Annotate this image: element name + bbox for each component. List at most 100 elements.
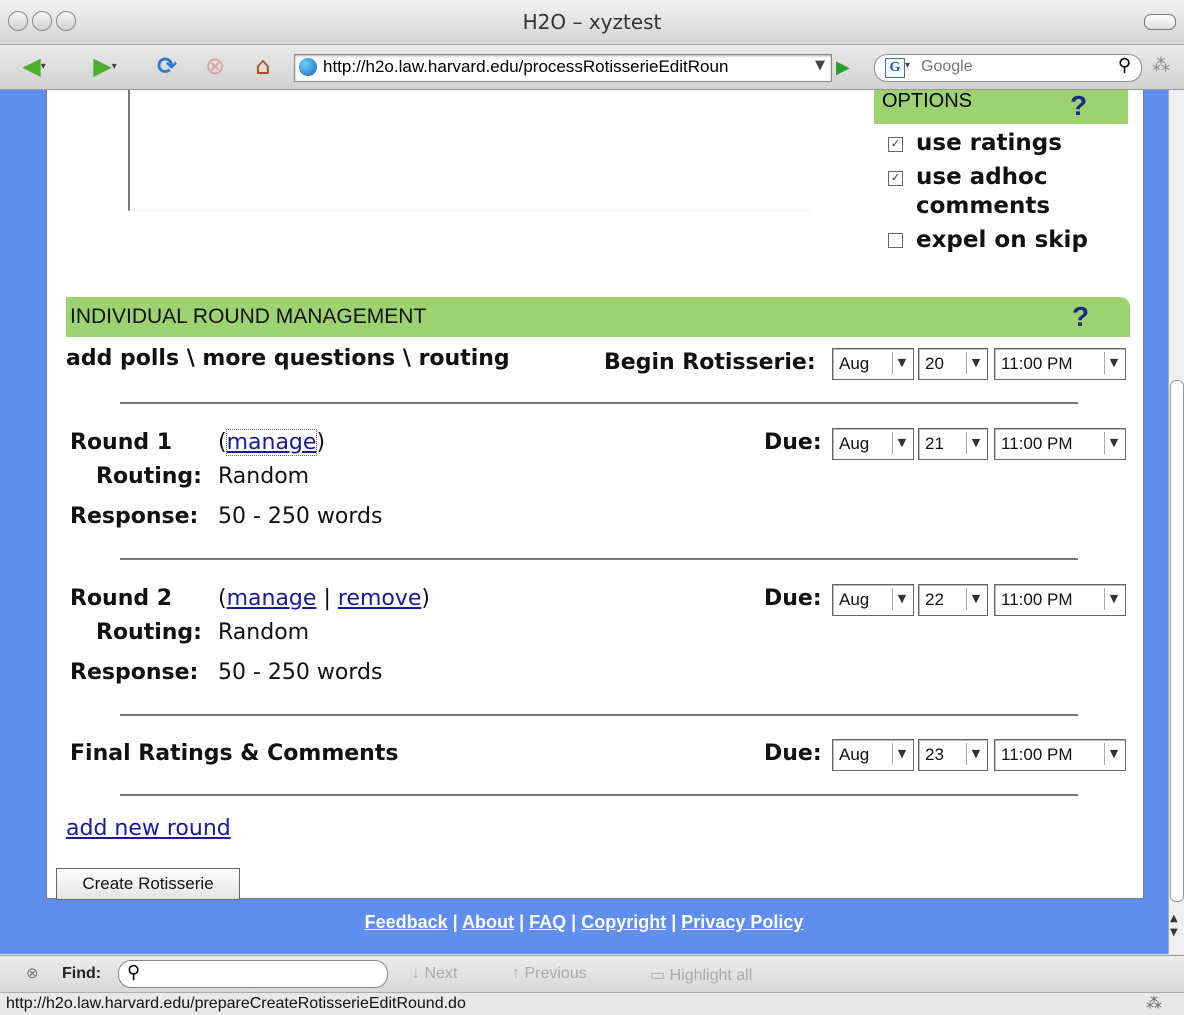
round-2-response-value: 50 - 250 words [218, 660, 383, 685]
round-2-manage-link[interactable]: manage [227, 586, 317, 611]
due-month-value: Aug [839, 590, 870, 609]
forward-arrow-icon[interactable]: ▶ ▾ [80, 52, 130, 80]
address-bar[interactable]: http://h2o.law.harvard.edu/processRotiss… [294, 54, 832, 82]
round-management-help-icon[interactable]: ? [1072, 301, 1089, 333]
chevron-down-icon: ▼ [1104, 352, 1123, 374]
google-icon[interactable]: G [885, 58, 905, 78]
begin-time-select[interactable]: 11:00 PM ▼ [994, 348, 1126, 380]
search-placeholder: Google [921, 58, 973, 75]
chevron-down-icon: ▼ [1104, 588, 1123, 610]
create-rotisserie-button[interactable]: Create Rotisserie [56, 868, 240, 900]
back-arrow-icon[interactable]: ◀ ▾ [14, 52, 54, 80]
navigation-toolbar: ◀ ▾ ▶ ▾ ⟳ ⊗ ⌂ http://h2o.law.harvard.edu/p… [0, 45, 1184, 90]
paren-close: ) [421, 586, 430, 611]
find-input[interactable]: ⚲ [118, 960, 388, 988]
options-help-icon[interactable]: ? [1070, 90, 1087, 122]
round-2-due-month-select[interactable]: Aug ▼ [832, 584, 914, 616]
arrow-down-icon: ↓ [412, 965, 420, 982]
home-icon[interactable]: ⌂ [246, 52, 280, 80]
due-time-value: 11:00 PM [1001, 434, 1073, 453]
toolbar-toggle-button[interactable] [1144, 14, 1176, 30]
begin-day-value: 20 [925, 354, 944, 373]
round-1-due-month-select[interactable]: Aug ▼ [832, 428, 914, 460]
round-1-due-time-select[interactable]: 11:00 PM ▼ [994, 428, 1126, 460]
divider [120, 402, 1078, 404]
close-find-icon[interactable]: ⊗ [26, 964, 39, 982]
round-management-header: INDIVIDUAL ROUND MANAGEMENT ? [66, 297, 1130, 337]
use-ratings-checkbox[interactable]: ✓ [888, 137, 903, 152]
chevron-down-icon: ▼ [966, 588, 985, 610]
round-2-due-time-select[interactable]: 11:00 PM ▼ [994, 584, 1126, 616]
due-month-value: Aug [839, 745, 870, 764]
final-due-month-select[interactable]: Aug ▼ [832, 739, 914, 771]
scrollbar-thumb[interactable] [1170, 380, 1184, 902]
search-bar[interactable]: G ▾ Google ⚲ [874, 54, 1142, 82]
search-icon: ⚲ [127, 962, 141, 982]
highlight-icon: ▭ [650, 967, 666, 984]
search-engine-dropdown-icon[interactable]: ▾ [905, 60, 910, 71]
chevron-down-icon: ▼ [892, 352, 911, 374]
round-2-remove-link[interactable]: remove [338, 586, 422, 611]
chevron-down-icon: ▼ [892, 432, 911, 454]
round-1-manage-link[interactable]: manage [225, 429, 318, 456]
find-previous-label: Previous [524, 965, 587, 982]
begin-rotisserie-label: Begin Rotisserie: [604, 350, 816, 375]
footer-about-link[interactable]: About [462, 912, 514, 932]
final-ratings-title: Final Ratings & Comments [70, 741, 399, 766]
chevron-down-icon: ▼ [1104, 743, 1123, 765]
highlight-all-button[interactable]: ▭ Highlight all [650, 965, 752, 985]
footer-copyright-link[interactable]: Copyright [581, 912, 666, 932]
due-month-value: Aug [839, 434, 870, 453]
paren-open: ( [218, 430, 227, 455]
expel-on-skip-checkbox[interactable] [888, 233, 903, 248]
use-ratings-label: use ratings [916, 130, 1062, 156]
description-textarea[interactable] [128, 90, 810, 211]
status-throbber-icon: ⁂ [1146, 995, 1162, 1012]
highlight-all-label: Highlight all [669, 967, 753, 984]
footer-faq-link[interactable]: FAQ [529, 912, 566, 932]
begin-day-select[interactable]: 20 ▼ [918, 348, 988, 380]
go-icon[interactable]: ▶ [836, 57, 850, 78]
round-1-due-label: Due: [764, 430, 822, 455]
footer-feedback-link[interactable]: Feedback [365, 912, 448, 932]
footer-separator: | [519, 912, 525, 932]
find-next-button[interactable]: ↓ Next [412, 965, 457, 983]
add-new-round-link[interactable]: add new round [66, 816, 231, 841]
use-adhoc-comments-label-line1: use adhoc [916, 164, 1048, 190]
round-2-due-label: Due: [764, 586, 822, 611]
round-2-response-label: Response: [70, 660, 199, 685]
address-dropdown-icon[interactable]: ▼ [815, 58, 825, 73]
begin-month-select[interactable]: Aug ▼ [832, 348, 914, 380]
chevron-down-icon: ▼ [892, 588, 911, 610]
round-2-actions: (manage | remove) [218, 586, 430, 611]
footer-separator: | [452, 912, 458, 932]
globe-icon [299, 58, 317, 76]
use-adhoc-comments-checkbox[interactable]: ✓ [888, 171, 903, 186]
window-title: H2O – xyztest [522, 10, 662, 34]
footer-privacy-link[interactable]: Privacy Policy [681, 912, 803, 932]
round-management-subtitle: add polls \ more questions \ routing [66, 346, 510, 371]
options-header: OPTIONS ? [874, 90, 1128, 124]
round-1-due-day-select[interactable]: 21 ▼ [918, 428, 988, 460]
round-2-due-day-select[interactable]: 22 ▼ [918, 584, 988, 616]
final-due-time-select[interactable]: 11:00 PM ▼ [994, 739, 1126, 771]
use-adhoc-comments-label-line2: comments [916, 193, 1051, 219]
find-next-label: Next [424, 965, 458, 982]
due-day-value: 23 [925, 745, 944, 764]
round-1-title: Round 1 [70, 430, 173, 455]
status-bar: http://h2o.law.harvard.edu/prepareCreate… [0, 992, 1184, 1015]
window-titlebar: H2O – xyztest [0, 0, 1184, 45]
scroll-arrows-icon[interactable]: ▲ ▼ [1170, 912, 1178, 940]
footer-links: Feedback | About | FAQ | Copyright | Pri… [0, 912, 1168, 933]
stop-icon[interactable]: ⊗ [198, 52, 232, 80]
find-bar: ⊗ Find: ⚲ ↓ Next ↑ Previous ▭ Highlight … [0, 955, 1184, 993]
status-text: http://h2o.law.harvard.edu/prepareCreate… [6, 995, 466, 1012]
chevron-down-icon: ▼ [966, 743, 985, 765]
due-day-value: 21 [925, 434, 944, 453]
find-previous-button[interactable]: ↑ Previous [512, 965, 587, 983]
search-icon[interactable]: ⚲ [1118, 55, 1131, 76]
final-due-day-select[interactable]: 23 ▼ [918, 739, 988, 771]
divider [120, 558, 1078, 560]
round-1-response-value: 50 - 250 words [218, 504, 383, 529]
reload-icon[interactable]: ⟳ [150, 52, 184, 80]
